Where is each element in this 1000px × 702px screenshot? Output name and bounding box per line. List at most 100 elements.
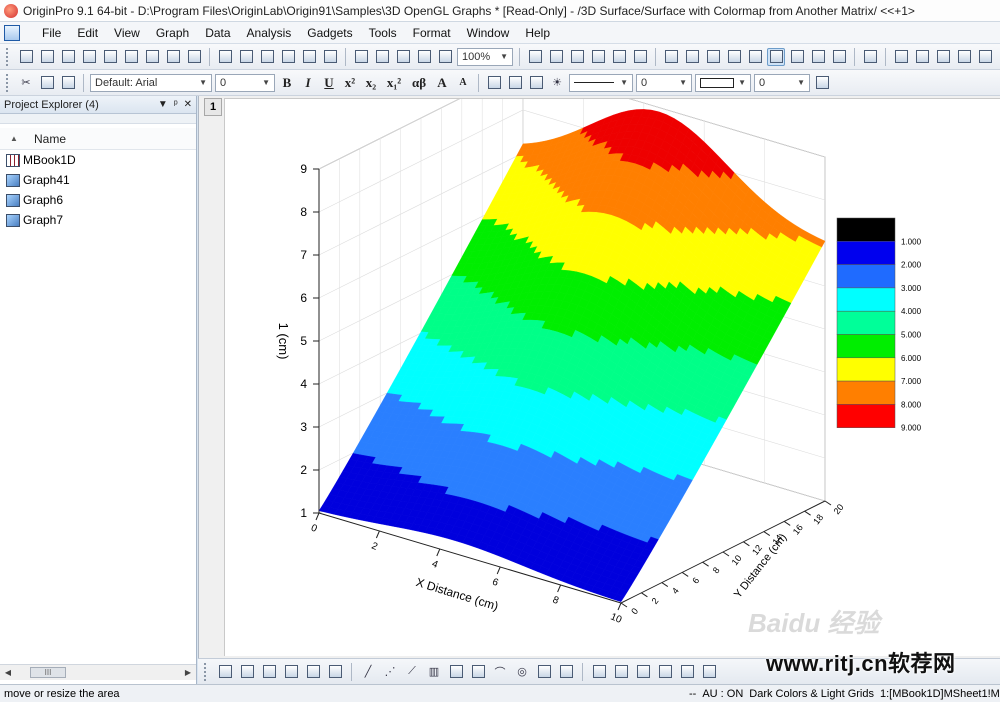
dropdown-icon[interactable]: ▼ (158, 99, 168, 110)
line-width-select[interactable]: 0 ▼ (636, 73, 692, 92)
status-autoupdate[interactable]: AU : ON (699, 688, 746, 700)
stock-plot-icon[interactable] (535, 663, 553, 681)
menu-format[interactable]: Format (405, 26, 459, 40)
copy-icon[interactable] (38, 74, 56, 92)
zoom-select[interactable]: 100% ▼ (457, 47, 513, 66)
menu-file[interactable]: File (34, 26, 69, 40)
toolbar-grip[interactable] (6, 47, 10, 66)
bold-button[interactable]: B (278, 75, 296, 91)
new-excel-icon[interactable] (80, 48, 98, 66)
scroll-left-icon[interactable]: ◀ (0, 668, 16, 677)
line-plot-icon[interactable]: ╱ (359, 663, 377, 681)
symbol-icon[interactable] (678, 663, 696, 681)
menu-view[interactable]: View (106, 26, 148, 40)
menu-analysis[interactable]: Analysis (239, 26, 300, 40)
hatch-pattern-icon[interactable] (813, 74, 831, 92)
copy-page-icon[interactable] (547, 48, 565, 66)
scroll-right-icon[interactable]: ▶ (180, 668, 196, 677)
explorer-horizontal-scrollbar[interactable]: ◀ III ▶ (0, 664, 196, 680)
extract-icon[interactable] (656, 663, 674, 681)
message-log-icon[interactable] (788, 48, 806, 66)
grid-icon[interactable] (282, 663, 300, 681)
area-plot-icon[interactable] (469, 663, 487, 681)
font-select[interactable]: Default: Arial ▼ (90, 73, 212, 92)
toolbar-grip[interactable] (6, 73, 10, 92)
menu-window[interactable]: Window (459, 26, 518, 40)
import-multiple-icon[interactable] (373, 48, 391, 66)
add-layer-icon[interactable] (861, 48, 879, 66)
increase-font-button[interactable]: A (433, 75, 451, 91)
import-wizard-icon[interactable] (394, 48, 412, 66)
list-item[interactable]: Graph7 (0, 210, 196, 230)
results-log-icon[interactable] (683, 48, 701, 66)
new-notes-icon[interactable] (185, 48, 203, 66)
graph-page[interactable]: 1234567891 (cm) 0 2 4 6 8 10 X Distance (cm) 0 2 4… (224, 66, 1000, 656)
new-function-icon[interactable] (143, 48, 161, 66)
line-color-icon[interactable] (527, 74, 545, 92)
layout-icon[interactable] (631, 48, 649, 66)
new-project-icon[interactable] (17, 48, 35, 66)
menu-edit[interactable]: Edit (69, 26, 106, 40)
underline-button[interactable]: U (320, 75, 338, 91)
script-window-icon[interactable] (704, 48, 722, 66)
italic-button[interactable]: I (299, 75, 317, 91)
import-single-icon[interactable] (352, 48, 370, 66)
list-item[interactable]: MBook1D (0, 150, 196, 170)
column-properties-icon[interactable] (976, 48, 994, 66)
print-icon[interactable] (526, 48, 544, 66)
recalculate-icon[interactable] (415, 48, 433, 66)
fill-color-icon[interactable] (485, 74, 503, 92)
polar-plot-icon[interactable]: ◎ (513, 663, 531, 681)
save-project-icon[interactable] (279, 48, 297, 66)
open-excel-icon[interactable] (258, 48, 276, 66)
sort-arrow-icon[interactable]: ▲ (0, 134, 28, 143)
sort-icon[interactable] (934, 48, 952, 66)
template-icon[interactable] (590, 663, 608, 681)
save-window-icon[interactable] (300, 48, 318, 66)
cut-icon[interactable]: ✂ (17, 74, 35, 92)
menu-gadgets[interactable]: Gadgets (299, 26, 360, 40)
smart-hint-icon[interactable] (809, 48, 827, 66)
refresh-icon[interactable] (589, 48, 607, 66)
pointer-icon[interactable] (216, 663, 234, 681)
scatter-plot-icon[interactable]: ⋰ (381, 663, 399, 681)
light-icon[interactable]: ☀ (548, 74, 566, 92)
statistics-icon[interactable] (913, 48, 931, 66)
subscript-button[interactable]: x₂ (362, 75, 380, 91)
3d-surface-icon[interactable] (557, 663, 575, 681)
line-style-select[interactable]: ▼ (569, 73, 633, 92)
menu-help[interactable]: Help (517, 26, 558, 40)
list-item[interactable]: Graph6 (0, 190, 196, 210)
merge-icon[interactable] (634, 663, 652, 681)
new-layout-icon[interactable] (164, 48, 182, 66)
line-symbol-icon[interactable]: ⟋ (403, 663, 421, 681)
document-icon[interactable] (4, 24, 20, 41)
new-folder-icon[interactable] (38, 48, 56, 66)
scrollbar-thumb[interactable]: III (30, 667, 66, 678)
open-template-icon[interactable] (237, 48, 255, 66)
new-workbook-icon[interactable] (59, 48, 77, 66)
menu-data[interactable]: Data (197, 26, 238, 40)
list-item[interactable]: Graph41 (0, 170, 196, 190)
column-plot-icon[interactable]: ▥ (425, 663, 443, 681)
font-size-select[interactable]: 0 ▼ (215, 73, 275, 92)
fill-value-select[interactable]: 0 ▼ (754, 73, 810, 92)
image-plot-icon[interactable] (447, 663, 465, 681)
greek-button[interactable]: αβ (408, 75, 430, 91)
explorer-column-header[interactable]: ▲ Name (0, 128, 196, 150)
3d-rotate-icon[interactable] (238, 663, 256, 681)
object-manager-icon[interactable] (767, 47, 785, 66)
new-matrix-icon[interactable] (122, 48, 140, 66)
status-theme[interactable]: Dark Colors & Light Grids (746, 688, 877, 700)
menu-graph[interactable]: Graph (148, 26, 197, 40)
export-icon[interactable] (568, 48, 586, 66)
matrix-icon[interactable] (326, 663, 344, 681)
code-builder-icon[interactable] (662, 48, 680, 66)
open-icon[interactable] (216, 48, 234, 66)
layer-tab[interactable]: 1 (204, 98, 222, 116)
color-icon[interactable] (700, 663, 718, 681)
set-values-icon[interactable] (955, 48, 973, 66)
pin-icon[interactable]: ᵖ (174, 99, 178, 110)
sum-icon[interactable] (892, 48, 910, 66)
duplicate-icon[interactable] (610, 48, 628, 66)
